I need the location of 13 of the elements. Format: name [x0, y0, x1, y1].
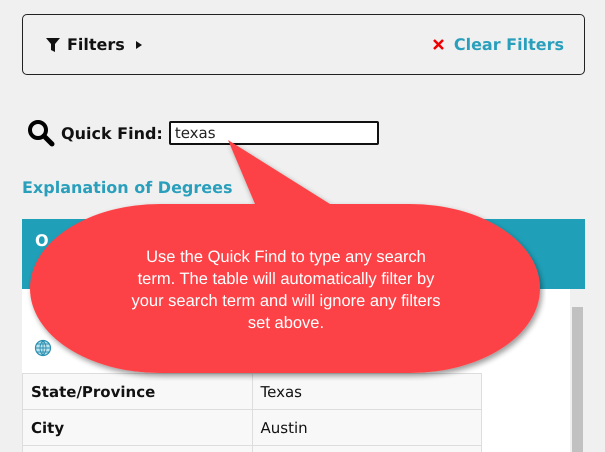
field-value: Austin [252, 410, 482, 446]
funnel-icon [45, 36, 61, 52]
search-icon [27, 119, 55, 147]
field-label: City [22, 410, 252, 446]
field-label: State/Province [22, 374, 252, 410]
globe-icon [34, 339, 52, 357]
scrollbar[interactable] [570, 289, 585, 452]
caret-icon [134, 40, 143, 50]
filters-toggle[interactable]: Filters [45, 35, 143, 54]
close-icon [432, 39, 444, 50]
field-value: Texas [252, 374, 482, 410]
quick-find-label: Quick Find: [61, 124, 163, 142]
quick-find-field[interactable]: texas [168, 121, 379, 145]
